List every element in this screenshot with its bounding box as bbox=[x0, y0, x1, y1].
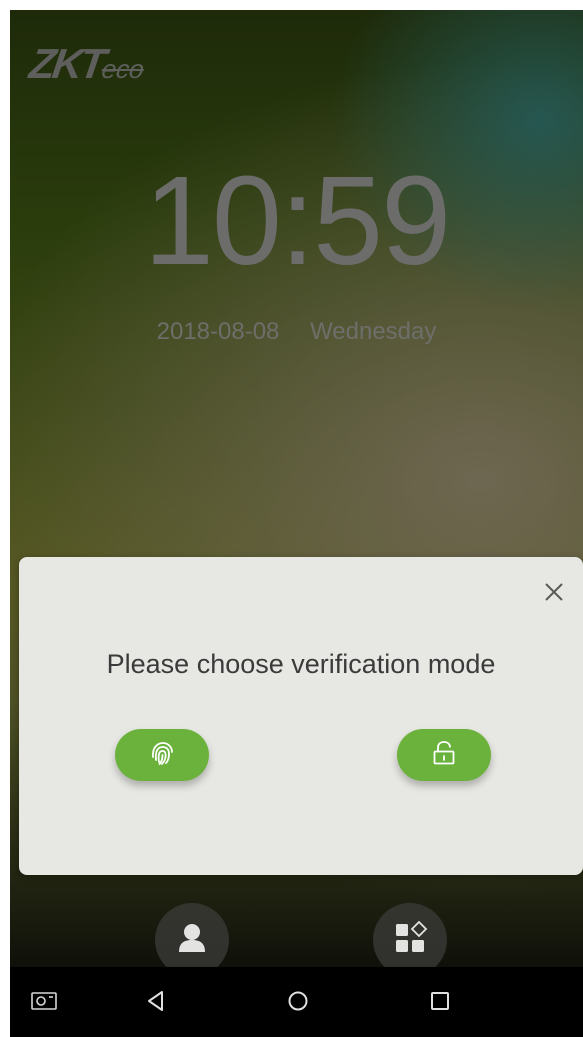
user-icon bbox=[172, 918, 212, 963]
back-icon[interactable] bbox=[134, 979, 178, 1023]
logo-sub: eco bbox=[99, 54, 146, 84]
navigation-bar bbox=[10, 967, 583, 1037]
verification-dialog: Please choose verification mode bbox=[19, 557, 583, 875]
menu-icon bbox=[390, 918, 430, 963]
fingerprint-icon bbox=[146, 737, 178, 774]
clock-date: 2018-08-08 bbox=[156, 318, 280, 345]
password-mode-button[interactable] bbox=[397, 729, 491, 781]
user-button[interactable] bbox=[155, 903, 229, 977]
home-icon[interactable] bbox=[276, 979, 320, 1023]
recents-icon[interactable] bbox=[418, 979, 462, 1023]
menu-button[interactable] bbox=[373, 903, 447, 977]
dialog-title: Please choose verification mode bbox=[106, 649, 496, 679]
close-icon[interactable] bbox=[539, 577, 569, 607]
device-frame: ZKTeco 10:59 2018-08-08 Wednesday Please… bbox=[10, 10, 583, 1037]
screenshot-icon[interactable] bbox=[22, 979, 66, 1023]
clock-time: 10:59 bbox=[143, 150, 451, 291]
lock-screen: ZKTeco 10:59 2018-08-08 Wednesday Please… bbox=[10, 10, 583, 977]
lock-icon bbox=[429, 738, 459, 773]
clock-weekday: Wednesday bbox=[310, 318, 437, 345]
logo-main: ZKT bbox=[26, 40, 107, 87]
fingerprint-mode-button[interactable] bbox=[115, 729, 209, 781]
brand-logo: ZKTeco bbox=[27, 40, 148, 88]
date-row: 2018-08-08 Wednesday bbox=[10, 318, 583, 346]
